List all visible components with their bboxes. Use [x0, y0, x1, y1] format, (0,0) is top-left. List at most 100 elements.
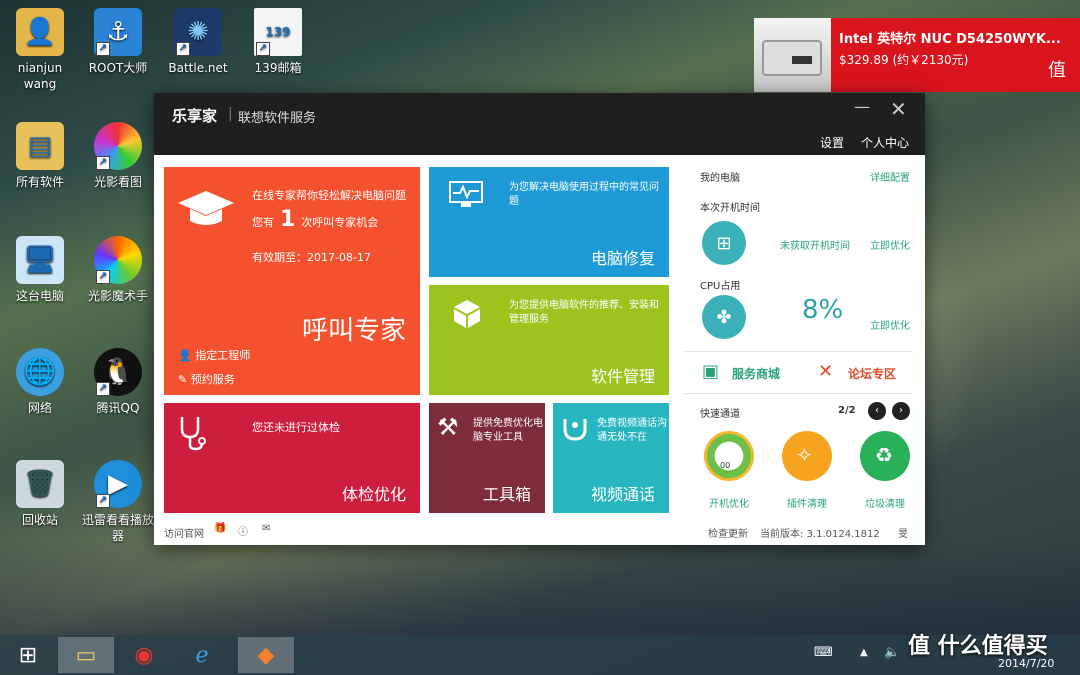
quick-title: 快速通道 — [700, 409, 740, 420]
desktop-icon-label: 光影看图 — [93, 175, 142, 189]
desktop-icon-label: nianjun wang — [17, 61, 63, 91]
divider — [684, 393, 912, 394]
desktop-icon-allsoftware[interactable]: ▤ 所有软件 — [2, 122, 78, 190]
desktop-icon-thispc[interactable]: 🖥 这台电脑 — [2, 236, 78, 304]
mail-file-icon: 139 ↗ — [254, 8, 302, 56]
wallpaper-shade — [0, 540, 1080, 635]
booking-label: 预约服务 — [190, 373, 235, 386]
speedometer-icon[interactable]: 00 — [704, 431, 754, 481]
person-icon: 👤 — [178, 349, 196, 362]
quick-page: 2/2 — [838, 405, 856, 416]
prev-page-button[interactable]: ‹ — [868, 402, 886, 420]
graduation-cap-icon — [178, 191, 234, 225]
keyboard-icon[interactable]: ⌨ — [814, 645, 833, 660]
desktop-icon-battlenet[interactable]: ✺ ↗ Battle.net — [160, 8, 236, 76]
wrench-icon: ✕ — [818, 361, 834, 382]
desktop-icon-photoviewer[interactable]: ↗ 光影看图 — [80, 122, 156, 190]
website-link[interactable]: 访问官网 — [164, 525, 204, 540]
desktop-icon-player[interactable]: ▶ ↗ 迅雷看看播放器 — [80, 460, 156, 544]
quick-label-boot[interactable]: 开机优化 — [694, 495, 764, 510]
desktop-icon-user[interactable]: 👤 nianjun wang — [2, 8, 78, 92]
minimize-button[interactable]: — — [854, 97, 870, 116]
ie-icon[interactable]: ℯ — [174, 637, 230, 673]
store-box-icon: ▣ — [702, 361, 720, 382]
desktop-icon-qq[interactable]: 🐧 ↗ 腾讯QQ — [80, 348, 156, 416]
optimize-cpu-link[interactable]: 立即优化 — [870, 317, 910, 332]
tray-expand-icon[interactable]: ▲ — [860, 647, 868, 658]
app-subtitle: 联想软件服务 — [238, 111, 317, 126]
trash-clean-icon[interactable]: ♻ — [860, 431, 910, 481]
gift-icon[interactable]: 🎁 — [214, 523, 226, 534]
forum-button[interactable]: ✕ 论坛专区 — [816, 359, 916, 389]
quick-label-plugin[interactable]: 插件清理 — [772, 495, 842, 510]
title-separator: | — [228, 106, 233, 122]
tile-checkup[interactable]: 您还未进行过体检 体检优化 — [164, 403, 420, 513]
speedometer-value: 00 — [720, 461, 731, 470]
file-explorer-icon[interactable]: ▭ — [58, 637, 114, 673]
detail-config-link[interactable]: 详细配置 — [870, 169, 910, 184]
tools-desc: 提供免费优化电脑专业工具 — [473, 418, 543, 443]
box-icon — [454, 300, 480, 328]
assign-engineer-link[interactable]: 👤 指定工程师 — [178, 347, 250, 363]
wechat-icon[interactable]: ✉ — [262, 523, 270, 534]
footer-corner-glyph: 旻 — [898, 529, 908, 540]
tile-toolbox[interactable]: ⚒ 提供免费优化电脑专业工具 工具箱 — [429, 403, 545, 513]
user-center-link[interactable]: 个人中心 — [861, 134, 909, 151]
desktop-icon-139mail[interactable]: 139 ↗ 139邮箱 — [240, 8, 316, 76]
tools-icon: ⚒ — [437, 413, 459, 441]
tile-video-call[interactable]: 免费视频通话沟通无处不在 视频通话 — [553, 403, 669, 513]
site-watermark: 值 什么值得买 — [908, 634, 1048, 659]
tools-title: 工具箱 — [482, 485, 531, 504]
expert-intro: 在线专家帮你轻松解决电脑问题 — [252, 189, 406, 202]
tile-pc-repair[interactable]: 为您解决电脑使用过程中的常见问题 电脑修复 — [429, 167, 669, 277]
desktop-icon-recyclebin[interactable]: 🗑 回收站 — [2, 460, 78, 528]
desktop-icon-label: 回收站 — [21, 513, 58, 527]
desktop-icon-network[interactable]: 🌐 网络 — [2, 348, 78, 416]
desktop-icon-photoeditor[interactable]: ↗ 光影魔术手 — [80, 236, 156, 304]
desktop-icon-label: 139邮箱 — [254, 61, 302, 75]
ad-body: Intel 英特尔 NUC D54250WYK... $329.89 (约￥21… — [831, 18, 1080, 92]
fan-icon: ✤ — [702, 295, 746, 339]
product-ad-banner[interactable]: Intel 英特尔 NUC D54250WYK... $329.89 (约￥21… — [754, 18, 1080, 92]
chrome-icon[interactable]: ◉ — [116, 637, 172, 673]
software-desc: 为您提供电脑软件的推荐、安装和管理服务 — [509, 300, 659, 325]
desktop-icon-root[interactable]: ⚓ ↗ ROOT大师 — [80, 8, 156, 76]
recycle-icon: ♻ — [875, 443, 893, 467]
optimize-boot-link[interactable]: 立即优化 — [870, 237, 910, 252]
mypc-title: 我的电脑 — [700, 173, 740, 184]
tile-call-expert[interactable]: 在线专家帮你轻松解决电脑问题 您有 1 次呼叫专家机会 有效期至：2017-08… — [164, 167, 420, 395]
volume-icon[interactable]: 🔈 — [884, 645, 900, 660]
software-title: 软件管理 — [590, 367, 655, 386]
plugin-clean-icon[interactable]: ✧ — [782, 431, 832, 481]
desktop-icon-label: 腾讯QQ — [96, 401, 140, 415]
cpu-value: 8% — [802, 295, 844, 325]
lenovo-app-icon[interactable]: ◆ — [238, 637, 294, 673]
settings-link[interactable]: 设置 — [820, 134, 844, 151]
service-store-button[interactable]: ▣ 服务商城 — [700, 359, 800, 389]
desktop-icon-label: Battle.net — [168, 61, 228, 75]
close-button[interactable]: ✕ — [890, 97, 907, 121]
folder-icon: ▤ — [16, 122, 64, 170]
tile-software-manage[interactable]: 为您提供电脑软件的推荐、安装和管理服务 软件管理 — [429, 285, 669, 395]
monitor-pulse-icon — [449, 181, 483, 207]
video-call-icon — [563, 419, 587, 441]
footer: 访问官网 🎁 ⓘ ✉ 检查更新 当前版本: 3.1.0124.1812 旻 — [154, 521, 925, 545]
clock-date[interactable]: 2014/7/20 — [998, 657, 1054, 670]
edit-icon: ✎ — [178, 373, 191, 386]
anchor-icon: ⚓ ↗ — [94, 8, 142, 56]
info-icon[interactable]: ⓘ — [238, 523, 248, 538]
forum-label: 论坛专区 — [848, 367, 897, 381]
product-thumbnail — [754, 18, 831, 92]
player-icon: ▶ ↗ — [94, 460, 142, 508]
cpu-label: CPU占用 — [700, 281, 741, 292]
check-update-link[interactable]: 检查更新 — [708, 525, 748, 540]
assign-engineer-label: 指定工程师 — [195, 349, 251, 362]
booking-link[interactable]: ✎ 预约服务 — [178, 371, 235, 387]
start-button[interactable]: ⊞ — [0, 637, 56, 673]
expert-chances-count: 1 — [280, 207, 296, 232]
next-page-button[interactable]: › — [892, 402, 910, 420]
desktop-icon-label: 迅雷看看播放器 — [81, 513, 154, 543]
quick-label-trash[interactable]: 垃圾清理 — [850, 495, 920, 510]
expert-chances-suffix: 次呼叫专家机会 — [301, 216, 379, 229]
video-title: 视频通话 — [590, 485, 655, 504]
